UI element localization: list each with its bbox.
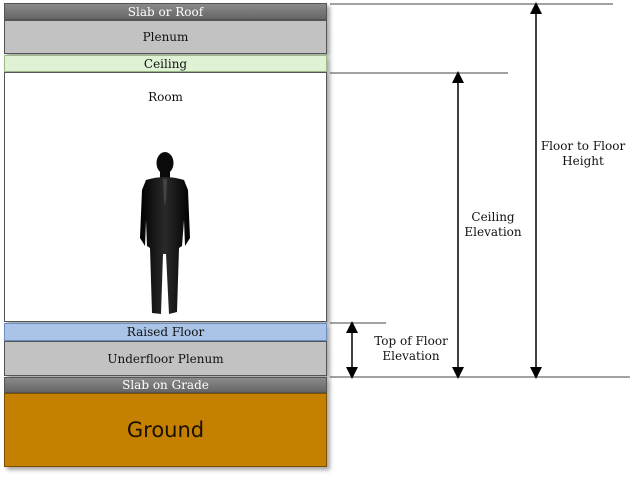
ceiling-elevation-line2: Elevation: [464, 225, 522, 239]
ceiling-elevation-line1: Ceiling: [471, 210, 515, 224]
dimension-lines: [330, 1, 630, 379]
floor-to-floor-height-label: Floor to Floor Height: [538, 139, 628, 169]
top-of-floor-elevation-label: Top of Floor Elevation: [366, 334, 456, 364]
ceiling-elevation-label: Ceiling Elevation: [462, 210, 524, 240]
top-of-floor-line2: Elevation: [382, 349, 440, 363]
floor-to-floor-line1: Floor to Floor: [540, 139, 626, 153]
floor-to-floor-line2: Height: [562, 154, 604, 168]
top-of-floor-line1: Top of Floor: [374, 334, 448, 348]
